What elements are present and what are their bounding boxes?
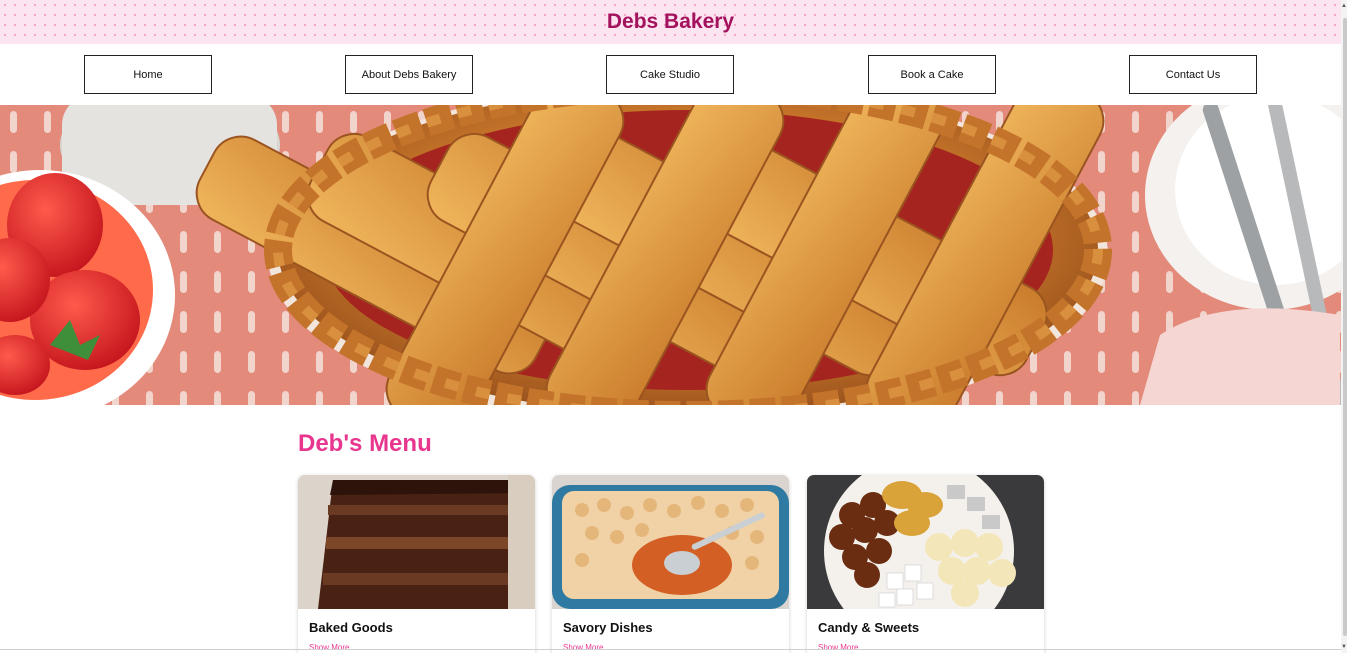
scroll-thumb[interactable] — [1343, 18, 1347, 636]
hero-banner — [0, 105, 1341, 405]
nav-about-button[interactable]: About Debs Bakery — [345, 55, 473, 94]
page: Debs Bakery Home About Debs Bakery Cake … — [0, 0, 1347, 653]
nav-book-cake-button[interactable]: Book a Cake — [868, 55, 996, 94]
show-more-link[interactable]: Show More — [818, 643, 858, 652]
menu-heading: Deb's Menu — [298, 430, 432, 457]
site-title: Debs Bakery — [606, 10, 735, 33]
scroll-up-arrow-icon[interactable]: ▲ — [1341, 2, 1347, 10]
show-more-link[interactable]: Show More — [563, 643, 603, 652]
menu-card-baked-goods[interactable]: Baked Goods Show More — [298, 475, 535, 653]
card-title: Baked Goods — [309, 620, 393, 635]
nav-contact-button[interactable]: Contact Us — [1129, 55, 1257, 94]
viewport-bottom-edge — [0, 649, 1341, 650]
menu-card-savory-dishes[interactable]: Savory Dishes Show More — [552, 475, 789, 653]
chocolate-cake-image — [298, 475, 535, 609]
scroll-down-arrow-icon[interactable]: ▼ — [1341, 643, 1347, 651]
nav-home-button[interactable]: Home — [84, 55, 212, 94]
nav-cake-studio-button[interactable]: Cake Studio — [606, 55, 734, 94]
page-scrollbar[interactable]: ▲ ▼ — [1341, 0, 1347, 653]
hero-pie-image — [0, 105, 1341, 405]
site-header: Debs Bakery — [0, 0, 1341, 44]
card-title: Savory Dishes — [563, 620, 653, 635]
casserole-image — [552, 475, 789, 609]
sweets-platter-image — [807, 475, 1044, 609]
show-more-link[interactable]: Show More — [309, 643, 349, 652]
card-title: Candy & Sweets — [818, 620, 920, 635]
main-nav: Home About Debs Bakery Cake Studio Book … — [0, 44, 1341, 105]
menu-card-candy-sweets[interactable]: Candy & Sweets Show More — [807, 475, 1044, 653]
